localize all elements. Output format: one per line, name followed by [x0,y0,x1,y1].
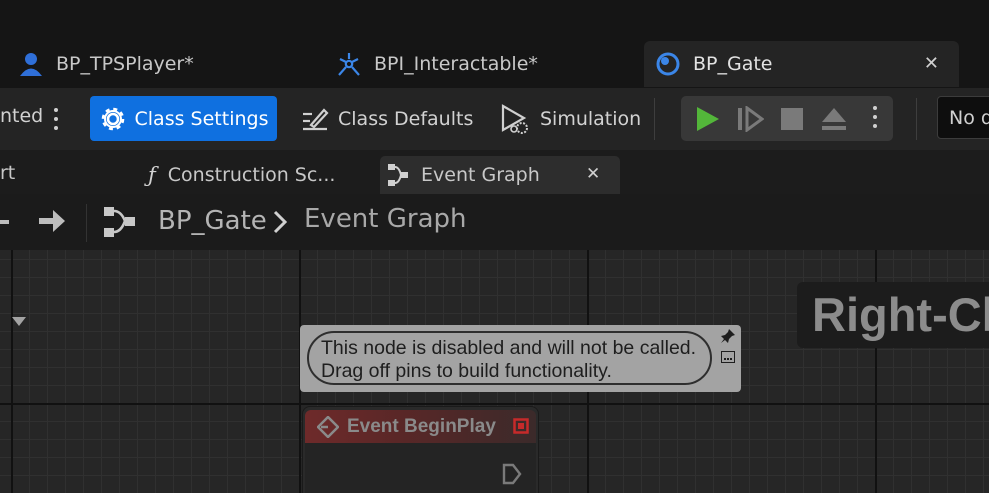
back-arrow-icon[interactable] [0,220,9,224]
frame-skip-icon[interactable] [736,105,765,136]
play-options-icon[interactable] [873,106,877,133]
node-title: Event BeginPlay [347,415,496,437]
truncated-toolbar-label[interactable]: nted [0,105,43,127]
blueprint-actor-icon [655,51,681,77]
debug-object-select[interactable]: No d [937,96,989,139]
exec-output-pin-icon[interactable] [502,463,522,489]
chevron-right-icon [273,210,288,238]
graph-icon [103,206,137,242]
play-icon[interactable] [695,105,721,137]
doc-tab-label: BPI_Interactable* [374,53,538,75]
blueprint-interface-icon [336,51,362,77]
truncated-graph-tab[interactable]: rt [0,162,15,184]
tab-event-graph[interactable]: Event Graph ✕ [380,156,620,194]
breadcrumb-divider [86,204,87,242]
doc-tab-label: BP_Gate [693,53,773,75]
event-diamond-icon [317,415,339,438]
eject-icon[interactable] [820,106,848,136]
tab-construction-script[interactable]: ƒ Construction Sc... [148,156,363,194]
doc-tab-label: BP_TPSPlayer* [56,53,194,75]
simulation-button[interactable]: Simulation [500,96,641,141]
comment-toggle-icon[interactable] [721,348,735,367]
delegate-pin-icon[interactable] [513,418,529,434]
tab-label: Event Graph [421,164,540,186]
class-settings-label: Class Settings [134,107,269,130]
event-graph-canvas[interactable]: Right-Clic This node is disabled and wil… [0,250,989,493]
node-comment-bubble[interactable]: This node is disabled and will not be ca… [300,325,741,392]
gear-icon [99,105,127,133]
function-icon: ƒ [148,163,156,187]
play-controls [681,96,893,141]
pin-icon[interactable] [720,328,736,348]
comment-text: This node is disabled and will not be ca… [307,331,712,385]
graph-watermark: Right-Clic [797,282,989,348]
doc-tab-bp-gate[interactable]: BP_Gate ✕ [644,41,959,87]
doc-tab-bp-tpsplayer[interactable]: BP_TPSPlayer* [18,41,318,87]
breadcrumb-current: Event Graph [304,204,467,234]
breadcrumb-root[interactable]: BP_Gate [158,206,267,236]
class-defaults-button[interactable]: Class Defaults [300,96,473,141]
document-tab-bar: BP_TPSPlayer* BPI_Interactable* BP_Gate … [0,0,989,88]
close-icon[interactable]: ✕ [924,53,939,74]
toolbar-divider [916,98,917,140]
tab-label: Construction Sc... [167,164,336,186]
close-icon[interactable]: ✕ [586,164,600,184]
class-settings-button[interactable]: Class Settings [90,96,277,141]
comment-line: This node is disabled and will not be ca… [321,337,697,359]
blueprint-pawn-icon [18,51,44,77]
graph-tab-bar: rt ƒ Construction Sc... Event Graph ✕ [0,150,989,194]
event-beginplay-node[interactable]: Event BeginPlay [303,407,538,493]
edit-defaults-icon [300,104,330,134]
doc-tab-bpi-interactable[interactable]: BPI_Interactable* [336,41,636,87]
forward-arrow-icon[interactable] [37,207,67,239]
graph-icon [387,163,411,187]
more-options-icon[interactable] [54,108,58,135]
breadcrumb-bar: BP_Gate Event Graph [0,194,989,251]
simulation-label: Simulation [540,107,642,130]
comment-line: Drag off pins to build functionality. [321,360,612,382]
node-header: Event BeginPlay [305,410,536,443]
comment-tail [12,317,26,326]
simulation-icon [500,103,532,135]
toolbar-divider [654,98,655,140]
node-body [305,443,536,493]
class-defaults-label: Class Defaults [338,107,474,130]
stop-icon[interactable] [780,107,804,135]
